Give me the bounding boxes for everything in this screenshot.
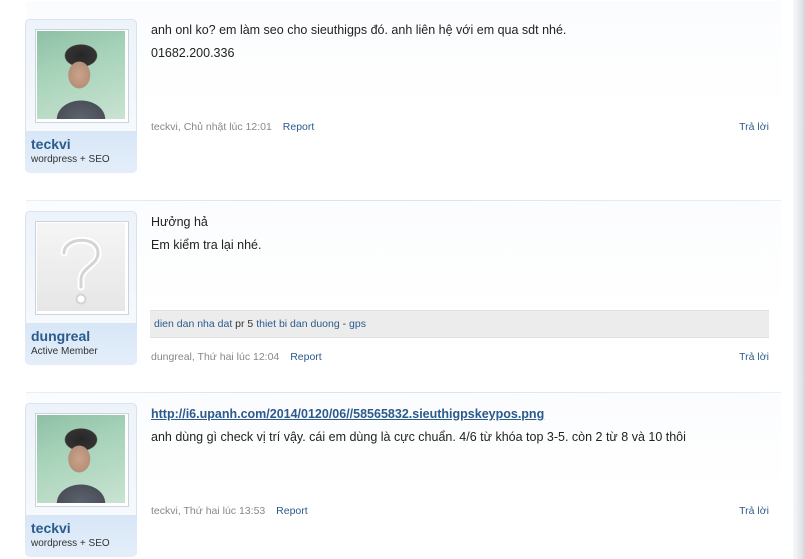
user-info: dungreal Active Member	[25, 323, 137, 365]
post-date[interactable]: Thứ hai lúc 13:53	[184, 505, 266, 517]
post-meta: dungreal, Thứ hai lúc 12:04 Report Trả l…	[151, 351, 769, 363]
user-card: teckvi wordpress + SEO	[25, 19, 137, 173]
reply-link[interactable]: Trả lời	[739, 505, 769, 517]
signature-link[interactable]: dien dan nha dat	[154, 318, 232, 330]
post-date[interactable]: Chủ nhật lúc 12:01	[184, 121, 272, 133]
message-line: Hưởng hả	[151, 215, 208, 229]
report-link[interactable]: Report	[283, 121, 315, 133]
post: teckvi wordpress + SEO anh onl ko? em là…	[0, 0, 793, 190]
user-title: wordpress + SEO	[31, 538, 110, 549]
post: teckvi wordpress + SEO http://i6.upanh.c…	[0, 392, 793, 559]
username[interactable]: dungreal	[31, 327, 131, 345]
user-title: wordpress + SEO	[31, 154, 110, 165]
avatar[interactable]	[35, 29, 129, 123]
user-info: teckvi wordpress + SEO	[25, 515, 137, 557]
user-title: Active Member	[31, 346, 98, 357]
post-author[interactable]: dungreal	[151, 351, 192, 363]
message-line: Em kiểm tra lại nhé.	[151, 238, 262, 252]
post-author[interactable]: teckvi	[151, 121, 178, 133]
message-line: 01682.200.336	[151, 46, 235, 60]
reply-link[interactable]: Trả lời	[739, 351, 769, 363]
user-photo-icon	[37, 31, 125, 119]
message-line: anh onl ko? em làm seo cho sieuthigps đó…	[151, 23, 567, 37]
username[interactable]: teckvi	[31, 135, 131, 153]
signature-link[interactable]: gps	[349, 318, 366, 330]
user-info: teckvi wordpress + SEO	[25, 131, 137, 173]
report-link[interactable]: Report	[290, 351, 322, 363]
default-avatar-icon	[37, 223, 125, 311]
message-body: http://i6.upanh.com/2014/0120/06//585658…	[151, 403, 769, 449]
report-link[interactable]: Report	[276, 505, 308, 517]
signature: dien dan nha dat pr 5 thiet bi dan duong…	[150, 310, 769, 338]
avatar[interactable]	[35, 221, 129, 315]
question-mark-icon	[60, 236, 102, 305]
message-body: anh onl ko? em làm seo cho sieuthigps đó…	[151, 19, 769, 65]
post-date[interactable]: Thứ hai lúc 12:04	[198, 351, 280, 363]
avatar[interactable]	[35, 413, 129, 507]
reply-link[interactable]: Trả lời	[739, 121, 769, 133]
post-author[interactable]: teckvi	[151, 505, 178, 517]
user-card: teckvi wordpress + SEO	[25, 403, 137, 557]
user-photo-icon	[37, 415, 125, 503]
post-meta: teckvi, Chủ nhật lúc 12:01 Report Trả lờ…	[151, 121, 769, 133]
user-card: dungreal Active Member	[25, 211, 137, 365]
thread-page: teckvi wordpress + SEO anh onl ko? em là…	[0, 0, 805, 559]
username[interactable]: teckvi	[31, 519, 131, 537]
message-body: Hưởng hả Em kiểm tra lại nhé.	[151, 211, 769, 257]
scrollbar-shadow	[793, 0, 805, 559]
post: dungreal Active Member Hưởng hả Em kiểm …	[0, 200, 793, 382]
image-link[interactable]: http://i6.upanh.com/2014/0120/06//585658…	[151, 407, 544, 421]
message-line: anh dùng gì check vị trí vậy. cái em dùn…	[151, 430, 686, 444]
post-meta: teckvi, Thứ hai lúc 13:53 Report Trả lời	[151, 505, 769, 517]
signature-link[interactable]: thiet bi dan duong	[256, 318, 340, 330]
